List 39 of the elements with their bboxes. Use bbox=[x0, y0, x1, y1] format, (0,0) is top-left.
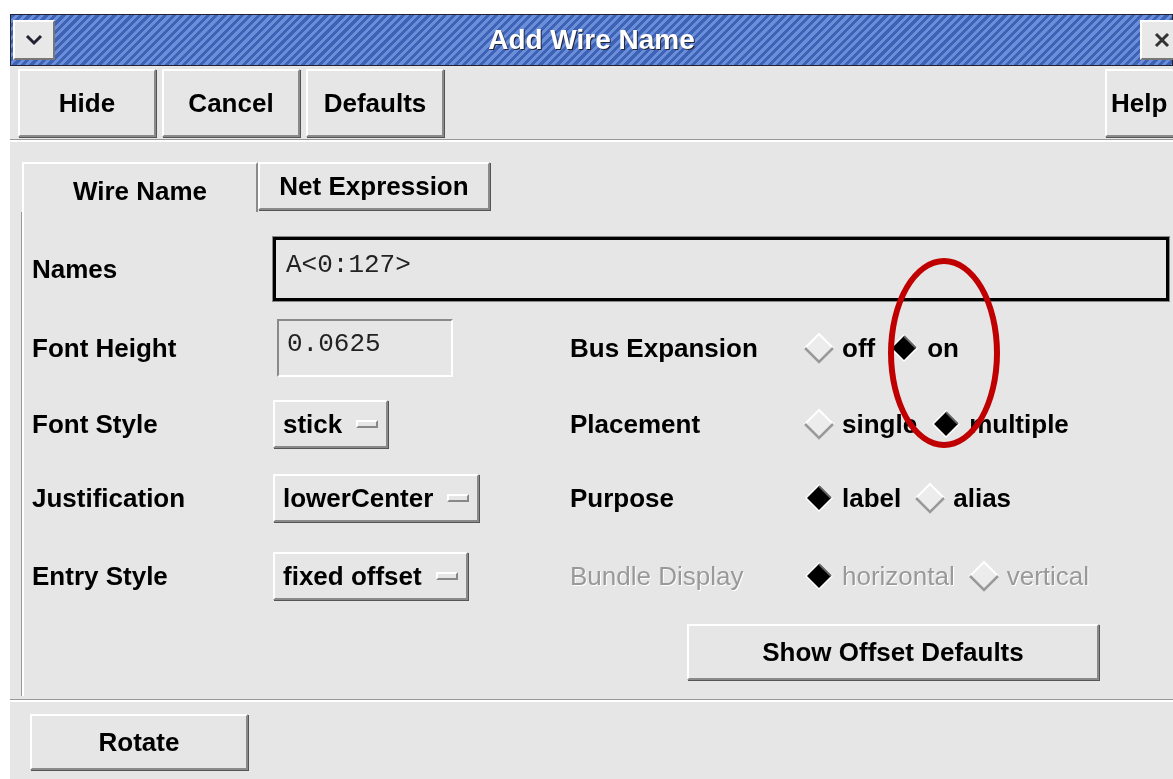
radio-button[interactable] bbox=[802, 407, 836, 441]
option-label: Bundle Display bbox=[570, 560, 745, 592]
show-offset-defaults-button[interactable]: Show Offset Defaults bbox=[687, 624, 1099, 680]
chevron-icon bbox=[24, 33, 44, 47]
radio-label: alias bbox=[953, 482, 1012, 514]
names-field[interactable]: A<0:127> bbox=[273, 237, 1169, 301]
field-label: Entry Style bbox=[32, 560, 169, 592]
radio-label: label bbox=[842, 482, 902, 514]
close-button[interactable] bbox=[1140, 20, 1173, 60]
field-label: Font Height bbox=[32, 332, 178, 364]
tab[interactable]: Wire Name bbox=[22, 162, 258, 212]
dropdown-button[interactable]: fixed offset bbox=[273, 552, 468, 600]
toolbar-button[interactable]: Defaults bbox=[306, 69, 444, 137]
option-label: Placement bbox=[570, 408, 702, 440]
field-label: Font Style bbox=[32, 408, 159, 440]
dropdown-button[interactable]: lowerCenter bbox=[273, 474, 480, 522]
radio-button[interactable] bbox=[802, 331, 836, 365]
option-label: Purpose bbox=[570, 482, 676, 514]
menu-indicator-icon bbox=[447, 494, 470, 502]
radio-label: off bbox=[842, 332, 876, 364]
toolbar-button[interactable]: Cancel bbox=[162, 69, 300, 137]
menu-indicator-icon bbox=[356, 420, 379, 428]
close-icon bbox=[1153, 31, 1171, 49]
radio-label: vertical bbox=[1006, 560, 1090, 592]
text-field[interactable]: 0.0625 bbox=[277, 319, 453, 377]
radio-label: on bbox=[927, 332, 959, 364]
radio-button[interactable] bbox=[913, 481, 948, 515]
radio-label: horizontal bbox=[842, 560, 955, 592]
menu-indicator-icon bbox=[435, 572, 458, 580]
field-label: Justification bbox=[32, 482, 187, 514]
tab[interactable]: Net Expression bbox=[258, 162, 490, 210]
help-button[interactable]: Help bbox=[1105, 69, 1173, 137]
window-title: Add Wire Name bbox=[488, 24, 695, 55]
window-menu-button[interactable] bbox=[13, 20, 55, 60]
dropdown-button[interactable]: stick bbox=[273, 400, 389, 448]
option-label: Bus Expansion bbox=[570, 332, 759, 364]
toolbar-button[interactable]: Hide bbox=[18, 69, 156, 137]
field-label: Names bbox=[32, 253, 119, 285]
rotate-button[interactable]: Rotate bbox=[30, 714, 248, 770]
